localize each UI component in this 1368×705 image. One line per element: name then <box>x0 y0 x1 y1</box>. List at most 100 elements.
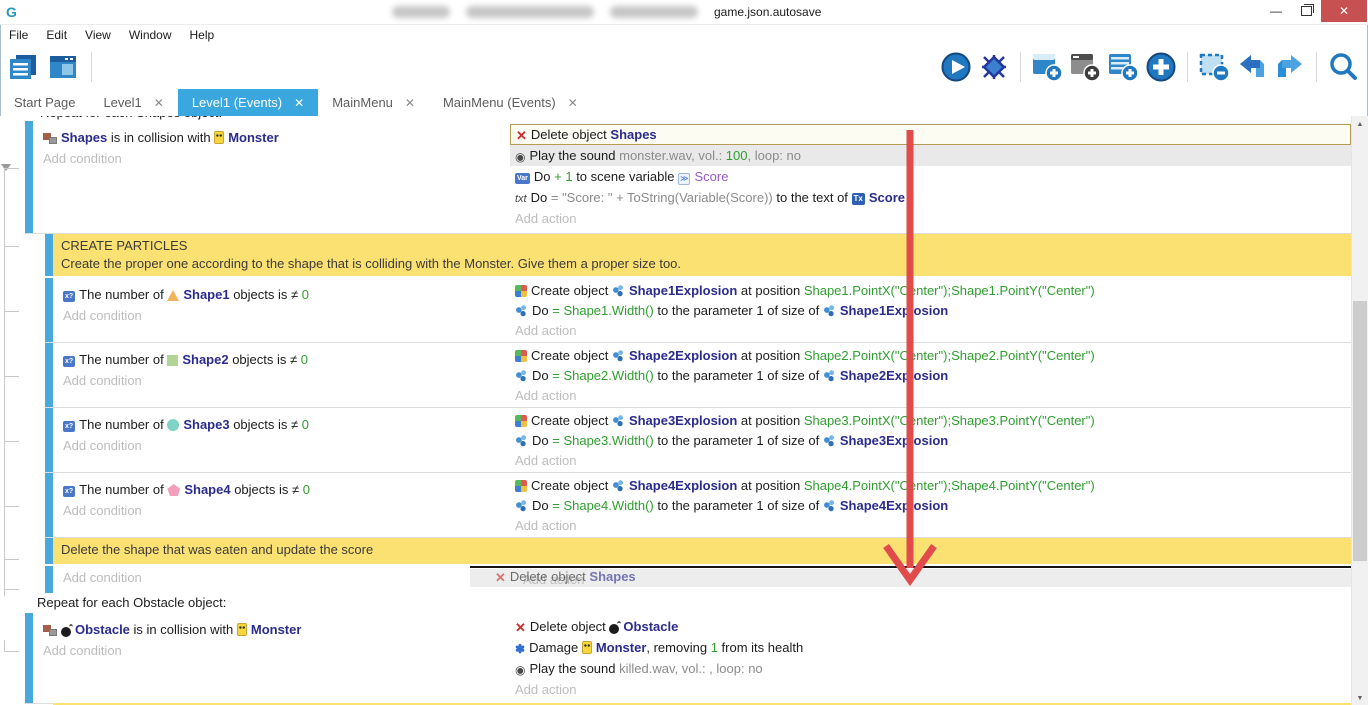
action-row[interactable]: ✕Delete object Shapes <box>510 124 1351 145</box>
txt-icon: txt <box>515 189 527 208</box>
add-subevent-icon[interactable] <box>1068 50 1102 84</box>
condition-row[interactable]: x?The number of Shape4 objects is ≠ 0 <box>58 479 510 500</box>
debug-bug-icon[interactable] <box>977 50 1011 84</box>
dragged-action-ghost: ✕Delete object Shapes <box>495 569 636 586</box>
scroll-up-icon[interactable]: ▲ <box>1352 116 1368 132</box>
tab-mainmenu-events[interactable]: MainMenu (Events)✕ <box>429 89 592 116</box>
condition-row[interactable]: Obstacle is in collision with Monster <box>38 619 510 640</box>
menu-window[interactable]: Window <box>120 28 181 42</box>
event-body[interactable]: Obstacle is in collision with MonsterAdd… <box>25 613 1351 704</box>
add-condition-link[interactable]: Add condition <box>58 370 510 391</box>
condition-row[interactable]: x?The number of Shape2 objects is ≠ 0 <box>58 349 510 370</box>
text-segment: The number of <box>79 352 167 367</box>
tab-start-page[interactable]: Start Page <box>0 89 89 116</box>
text-segment: Shape3.PointX("Center");Shape3.PointY("C… <box>804 413 1095 428</box>
event-body[interactable]: x?The number of Shape3 objects is ≠ 0Add… <box>45 408 1351 473</box>
action-row[interactable]: Create object Shape1Explosion at positio… <box>510 281 1351 301</box>
action-row[interactable]: Create object Shape2Explosion at positio… <box>510 346 1351 366</box>
add-action-link[interactable]: Add action <box>510 208 1351 229</box>
text-segment: Shape3Explosion <box>629 413 737 428</box>
text-segment: 0 <box>301 352 308 367</box>
preview-play-icon[interactable] <box>939 50 973 84</box>
tab-bar: Start Page Level1✕ Level1 (Events)✕ Main… <box>0 89 1368 116</box>
action-row[interactable]: ◉Play the sound monster.wav, vol.: 100, … <box>510 145 1351 166</box>
action-row[interactable]: Create object Shape4Explosion at positio… <box>510 476 1351 496</box>
vertical-scrollbar[interactable]: ▲ ▼ <box>1351 116 1368 705</box>
add-action-link[interactable]: Add action <box>510 516 1351 536</box>
restore-button[interactable] <box>1291 0 1321 22</box>
scene-editor-window-icon[interactable] <box>46 50 80 84</box>
action-row[interactable]: Do = Shape4.Width() to the parameter 1 o… <box>510 496 1351 516</box>
condition-row[interactable]: x?The number of Shape3 objects is ≠ 0 <box>58 414 510 435</box>
text-segment: to scene variable <box>573 169 679 184</box>
action-row[interactable]: Do = Shape2.Width() to the parameter 1 o… <box>510 366 1351 386</box>
add-event-icon[interactable] <box>1030 50 1064 84</box>
add-more-icon[interactable] <box>1144 50 1178 84</box>
search-icon[interactable] <box>1326 50 1360 84</box>
close-tab-icon[interactable]: ✕ <box>405 96 415 110</box>
menu-view[interactable]: View <box>76 28 120 42</box>
action-row[interactable]: Create object Shape3Explosion at positio… <box>510 411 1351 431</box>
menu-help[interactable]: Help <box>181 28 224 42</box>
close-tab-icon[interactable]: ✕ <box>294 96 304 110</box>
add-condition-link[interactable]: Add condition <box>58 435 510 456</box>
event-columns: Shapes is in collision with MonsterAdd c… <box>33 121 1351 233</box>
condition-row[interactable]: x?The number of Shape1 objects is ≠ 0 <box>58 284 510 305</box>
menu-file[interactable]: File <box>0 28 37 42</box>
action-row[interactable]: Do = Shape1.Width() to the parameter 1 o… <box>510 301 1351 321</box>
shape1-icon <box>167 290 179 301</box>
text-segment: monster.wav, vol.: <box>619 148 726 163</box>
tab-level1[interactable]: Level1✕ <box>89 89 177 116</box>
event-columns: Obstacle is in collision with MonsterAdd… <box>33 613 1351 703</box>
tx-icon: Tx <box>852 193 865 205</box>
red-x-icon: ✕ <box>515 617 526 637</box>
event-body[interactable]: Shapes is in collision with MonsterAdd c… <box>25 121 1351 234</box>
action-row[interactable]: VarDo + 1 to scene variable ≫Score <box>510 166 1351 187</box>
create-icon <box>515 285 527 297</box>
tab-mainmenu[interactable]: MainMenu✕ <box>318 89 429 116</box>
add-action-link[interactable]: Add action <box>510 451 1351 471</box>
particle-icon <box>515 435 528 447</box>
redo-icon[interactable] <box>1273 50 1307 84</box>
repeat-event-header[interactable]: Repeat for each Obstacle object: <box>25 593 1368 613</box>
action-row[interactable]: ✕Delete object Obstacle <box>510 616 1351 637</box>
add-action-link[interactable]: Add action <box>510 679 1351 700</box>
add-condition-link[interactable]: Add condition <box>58 500 510 521</box>
add-comment-icon[interactable] <box>1106 50 1140 84</box>
action-row[interactable]: ◉Play the sound killed.wav, vol.: , loop… <box>510 658 1351 679</box>
comment-line: Delete the shape that was eaten and upda… <box>61 541 1343 559</box>
action-row[interactable]: ✽Damage Monster, removing 1 from its hea… <box>510 637 1351 658</box>
text-segment: objects is ≠ <box>231 482 303 497</box>
condition-row[interactable]: Shapes is in collision with Monster <box>38 127 510 148</box>
events-sheet: Repeat for each Shapes object:Shapes is … <box>0 116 1368 704</box>
tab-level1-events[interactable]: Level1 (Events)✕ <box>178 89 318 116</box>
add-action-link[interactable]: Add action <box>510 321 1351 341</box>
add-action-link[interactable]: Add action <box>510 386 1351 406</box>
particle-icon <box>612 480 625 492</box>
add-condition-link[interactable]: Add condition <box>38 148 510 169</box>
scroll-down-icon[interactable]: ▼ <box>1352 690 1368 705</box>
comment-block[interactable]: CREATE PARTICLESCreate the proper one ac… <box>45 234 1351 276</box>
close-tab-icon[interactable]: ✕ <box>154 96 164 110</box>
add-condition-link[interactable]: Add condition <box>58 305 510 326</box>
project-manager-icon[interactable] <box>6 50 40 84</box>
text-segment: at position <box>737 478 804 493</box>
drag-drop-row[interactable]: Add conditionAdd action✕Delete object Sh… <box>45 566 1351 593</box>
add-condition-link[interactable]: Add condition <box>38 640 510 661</box>
undo-icon[interactable] <box>1235 50 1269 84</box>
close-tab-icon[interactable]: ✕ <box>568 96 578 110</box>
delete-selection-icon[interactable] <box>1197 50 1231 84</box>
add-condition-link[interactable]: Add condition <box>63 570 142 585</box>
action-row[interactable]: txtDo = "Score: " + ToString(Variable(Sc… <box>510 187 1351 208</box>
event-body[interactable]: x?The number of Shape1 objects is ≠ 0Add… <box>45 278 1351 343</box>
particle-icon <box>612 285 625 297</box>
minimize-button[interactable]: — <box>1261 0 1291 22</box>
action-row[interactable]: Do = Shape3.Width() to the parameter 1 o… <box>510 431 1351 451</box>
event-body[interactable]: x?The number of Shape2 objects is ≠ 0Add… <box>45 343 1351 408</box>
scrollbar-thumb[interactable] <box>1353 301 1367 561</box>
close-button[interactable]: ✕ <box>1321 0 1367 22</box>
menu-edit[interactable]: Edit <box>37 28 76 42</box>
drop-zone: Add conditionAdd action✕Delete object Sh… <box>53 566 1351 593</box>
event-body[interactable]: x?The number of Shape4 objects is ≠ 0Add… <box>45 473 1351 538</box>
comment-block[interactable]: Delete the shape that was eaten and upda… <box>45 538 1351 564</box>
